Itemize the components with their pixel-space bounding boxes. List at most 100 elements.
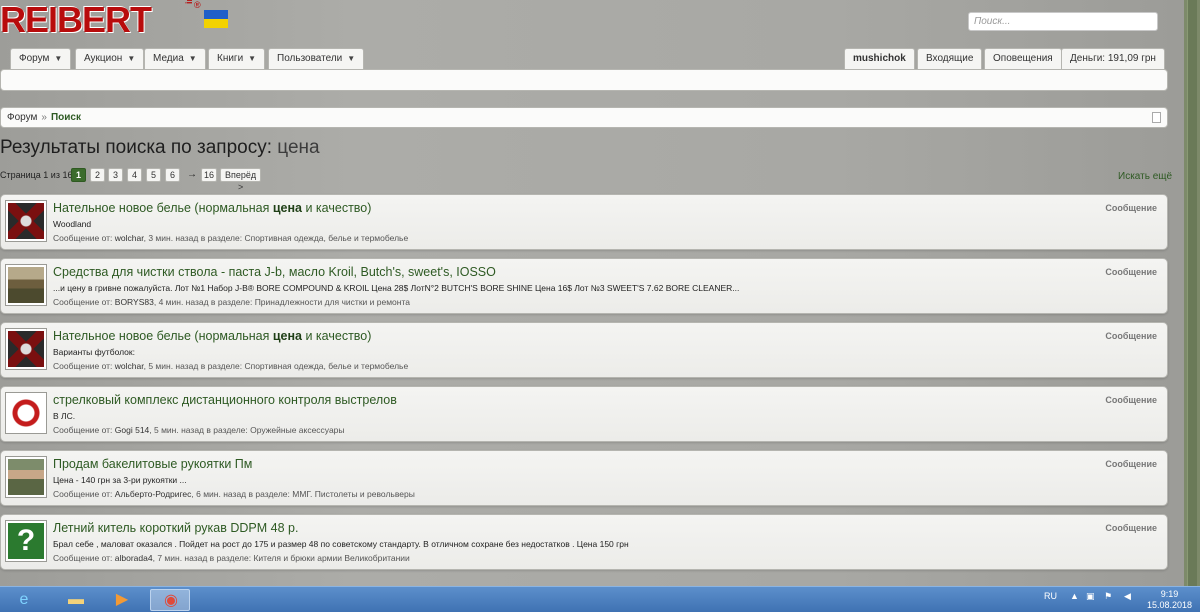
result-type-label: Сообщение	[1105, 395, 1157, 405]
result-title-text: Средства для чистки ствола - паста J-b, …	[53, 265, 496, 279]
file-explorer-icon[interactable]: ▬	[56, 589, 96, 611]
search-result[interactable]: ? Летний китель короткий рукав DDPM 48 р…	[0, 514, 1168, 570]
system-clock[interactable]: 9:19 15.08.2018	[1147, 589, 1192, 611]
author-link[interactable]: wolchar	[115, 233, 144, 243]
result-snippet: В ЛС.	[53, 411, 76, 421]
forum-page: REIBERT ® info Поиск... Форум▼ Аукцион▼ …	[0, 0, 1184, 586]
meta-suffix: , 4 мин. назад в разделе: Принадлежности…	[153, 297, 411, 307]
avatar[interactable]	[5, 200, 47, 242]
page-scrollbar[interactable]	[1184, 0, 1200, 586]
author-link[interactable]: Альберто-Родригес	[115, 489, 192, 499]
user-menu-button[interactable]: mushichok	[844, 48, 915, 70]
page-link[interactable]: 6	[165, 168, 180, 182]
search-more-link[interactable]: Искать ещё	[1118, 171, 1172, 182]
author-link[interactable]: Gogi 514	[115, 425, 150, 435]
tab-label: Медиа	[153, 53, 184, 64]
breadcrumb-separator: »	[41, 112, 47, 123]
tab-media[interactable]: Медиа ▼	[144, 48, 206, 70]
meta-suffix: , 6 мин. назад в разделе: ММГ. Пистолеты…	[191, 489, 415, 499]
clock-time: 9:19	[1160, 589, 1179, 599]
author-link[interactable]: BORYS83	[115, 297, 154, 307]
logo-text: REIBERT	[0, 0, 152, 40]
result-title-text: Нательное новое белье (нормальная	[53, 329, 273, 343]
page-link[interactable]: 2	[90, 168, 105, 182]
result-title-highlight: цена	[272, 329, 302, 343]
meta-prefix: Сообщение от:	[53, 425, 115, 435]
avatar[interactable]	[5, 392, 47, 434]
result-meta: Сообщение от: alborada4, 7 мин. назад в …	[53, 553, 410, 563]
search-result[interactable]: Продам бакелитовые рукоятки Пм Цена - 14…	[0, 450, 1168, 506]
result-title-link[interactable]: Нательное новое белье (нормальная цена и…	[53, 201, 371, 215]
page-title: Результаты поиска по запросу: цена	[0, 137, 320, 159]
network-icon[interactable]: ▣	[1086, 591, 1095, 602]
result-title-link[interactable]: Нательное новое белье (нормальная цена и…	[53, 329, 371, 343]
result-snippet: Варианты футболок:	[53, 347, 135, 357]
ie-icon[interactable]: e	[4, 589, 44, 611]
site-logo[interactable]: REIBERT ® info	[0, 0, 232, 40]
next-page-button[interactable]: Вперёд >	[220, 168, 262, 192]
sub-navigation-bar	[0, 69, 1168, 91]
result-title-link[interactable]: Продам бакелитовые рукоятки Пм	[53, 457, 252, 471]
page-link[interactable]: 5	[146, 168, 161, 182]
tab-label: Пользователи	[277, 53, 343, 64]
search-result[interactable]: Средства для чистки ствола - паста J-b, …	[0, 258, 1168, 314]
breadcrumb: Форум » Поиск	[0, 107, 1168, 128]
search-result[interactable]: стрелковый комплекс дистанционного контр…	[0, 386, 1168, 442]
breadcrumb-current[interactable]: Поиск	[51, 112, 81, 123]
chevron-down-icon: ▼	[248, 54, 257, 63]
search-result[interactable]: Нательное новое белье (нормальная цена и…	[0, 322, 1168, 378]
media-player-icon[interactable]: ▶	[102, 589, 142, 611]
show-hidden-icons-icon[interactable]: ▲	[1070, 591, 1079, 601]
search-input[interactable]: Поиск...	[968, 12, 1158, 31]
result-meta: Сообщение от: Gogi 514, 5 мин. назад в р…	[53, 425, 345, 435]
avatar-image	[8, 459, 44, 495]
ukraine-flag-icon	[204, 10, 228, 28]
clock-date: 15.08.2018	[1146, 600, 1192, 610]
tab-label: Форум	[19, 53, 50, 64]
avatar[interactable]	[5, 328, 47, 370]
page-link[interactable]: 3	[108, 168, 123, 182]
language-indicator[interactable]: RU	[1044, 591, 1057, 601]
search-result[interactable]: Нательное новое белье (нормальная цена и…	[0, 194, 1168, 250]
result-snippet: ...и цену в гривне пожалуйста. Лот №1 На…	[53, 283, 740, 293]
avatar-image	[8, 331, 44, 367]
volume-icon[interactable]: ◀	[1124, 591, 1131, 602]
page-title-prefix: Результаты поиска по запросу:	[0, 137, 273, 158]
page-link-last[interactable]: 16	[201, 168, 218, 182]
result-type-label: Сообщение	[1105, 267, 1157, 277]
pager-ellipsis-arrow: →	[187, 169, 197, 180]
result-snippet: Брал себе , маловат оказался . Пойдет на…	[53, 539, 629, 549]
avatar[interactable]: ?	[5, 520, 47, 562]
author-link[interactable]: wolchar	[115, 361, 144, 371]
page-link[interactable]: 4	[127, 168, 142, 182]
result-type-label: Сообщение	[1105, 523, 1157, 533]
alerts-button[interactable]: Оповещения	[984, 48, 1062, 70]
avatar[interactable]	[5, 456, 47, 498]
inbox-button[interactable]: Входящие	[917, 48, 983, 70]
result-meta: Сообщение от: Альберто-Родригес, 6 мин. …	[53, 489, 415, 499]
meta-prefix: Сообщение от:	[53, 297, 115, 307]
tab-users[interactable]: Пользователи ▼	[268, 48, 365, 70]
tab-forum[interactable]: Форум ▼	[10, 48, 72, 70]
result-snippet: Цена - 140 грн за 3-ри рукоятки ...	[53, 475, 187, 485]
result-title-link[interactable]: Летний китель короткий рукав DDPM 48 р.	[53, 521, 298, 535]
scrollbar-thumb[interactable]	[1187, 0, 1197, 586]
result-title-text: Летний китель короткий рукав DDPM 48 р.	[53, 521, 299, 535]
result-title-text: стрелковый комплекс дистанционного контр…	[53, 393, 397, 407]
tab-label: Аукцион	[84, 53, 123, 64]
avatar[interactable]	[5, 264, 47, 306]
result-title-link[interactable]: стрелковый комплекс дистанционного контр…	[53, 393, 397, 407]
page-link-current[interactable]: 1	[71, 168, 86, 182]
logo-info: info	[184, 0, 194, 4]
author-link[interactable]: alborada4	[115, 553, 153, 563]
chrome-icon[interactable]: ◉	[150, 589, 190, 611]
breadcrumb-forum-link[interactable]: Форум	[7, 112, 37, 123]
money-balance-button[interactable]: Деньги: 191,09 грн	[1061, 48, 1165, 70]
tab-auction[interactable]: Аукцион ▼	[75, 48, 145, 70]
chevron-down-icon: ▼	[127, 54, 136, 63]
meta-suffix: , 3 мин. назад в разделе: Спортивная оде…	[143, 233, 409, 243]
flag-icon[interactable]: ⚑	[1104, 591, 1112, 602]
result-snippet: Woodland	[53, 219, 92, 229]
tab-books[interactable]: Книги ▼	[208, 48, 266, 70]
result-title-link[interactable]: Средства для чистки ствола - паста J-b, …	[53, 265, 496, 279]
